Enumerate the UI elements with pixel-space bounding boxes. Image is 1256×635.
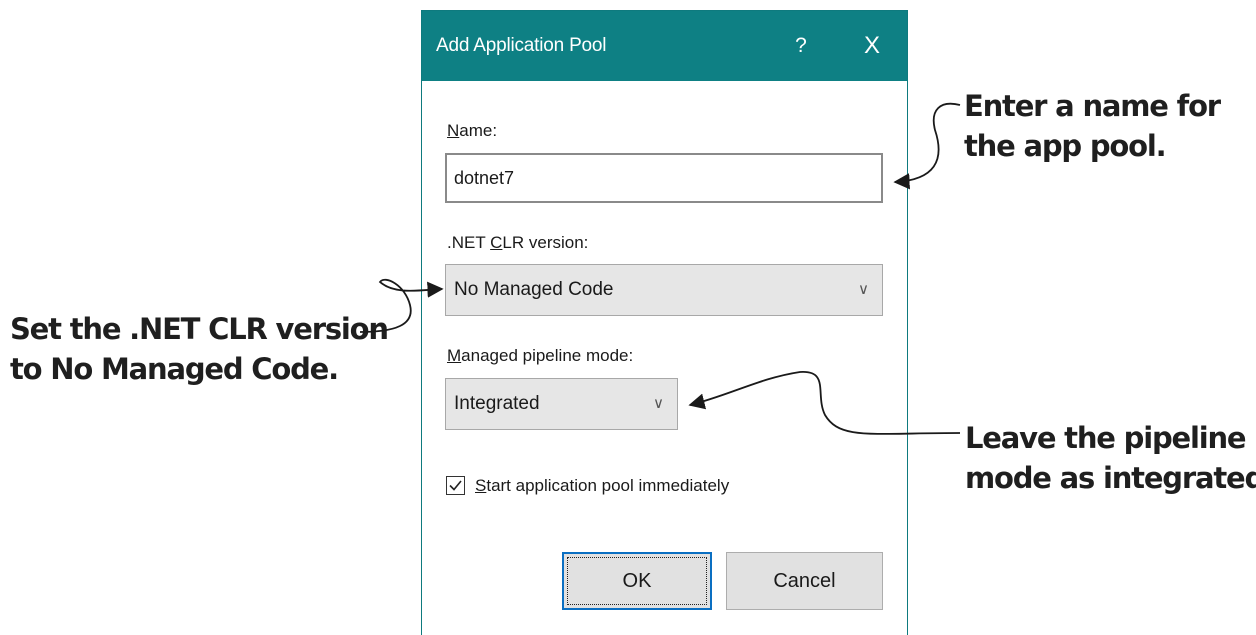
leader-name: [893, 102, 961, 190]
leader-pipeline: [688, 371, 961, 435]
leader-clr: [359, 278, 444, 333]
callout-leader-lines: [359, 102, 961, 435]
